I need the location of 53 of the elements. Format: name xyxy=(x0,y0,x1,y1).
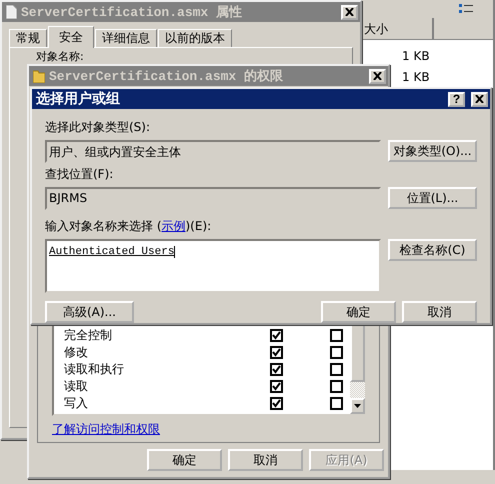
file-icon xyxy=(6,5,17,19)
allow-checkbox[interactable] xyxy=(270,329,283,342)
tab[interactable]: 安全 xyxy=(48,26,94,48)
deny-checkbox[interactable] xyxy=(330,329,343,342)
location-field: BJRMS xyxy=(45,187,381,210)
object-type-field: 用户、组或内置安全主体 xyxy=(45,140,381,163)
close-button[interactable] xyxy=(471,92,488,106)
close-icon xyxy=(373,72,382,80)
allow-checkbox[interactable] xyxy=(270,363,283,376)
tab[interactable]: 详细信息 xyxy=(95,29,157,47)
window-title: ServerCertification.asmx 的权限 xyxy=(49,68,284,85)
deny-checkbox[interactable] xyxy=(330,363,343,376)
dialog-button[interactable]: 确定 xyxy=(147,449,222,471)
deny-checkbox[interactable] xyxy=(330,346,343,359)
close-button[interactable] xyxy=(369,68,386,84)
advanced-button[interactable]: 高级(A)... xyxy=(45,301,134,323)
dialog-button[interactable]: 取消 xyxy=(402,301,477,323)
view-icon[interactable] xyxy=(459,4,473,14)
down-arrow-icon xyxy=(354,404,361,408)
check-names-button[interactable]: 检查名称(C) xyxy=(388,239,477,261)
permission-name: 修改 xyxy=(64,344,89,361)
field-label: 查找位置(F): xyxy=(45,166,114,183)
allow-checkbox[interactable] xyxy=(270,397,283,410)
window-title: ServerCertification.asmx 属性 xyxy=(21,4,244,21)
deny-checkbox[interactable] xyxy=(330,397,343,410)
permission-name: 读取 xyxy=(64,378,89,395)
permission-name: 读取和执行 xyxy=(64,361,125,378)
tab[interactable]: 以前的版本 xyxy=(158,29,232,47)
folder-icon xyxy=(33,69,45,83)
window-title: 选择用户或组 xyxy=(36,90,121,108)
object-name-label: 对象名称: xyxy=(36,50,84,63)
help-button[interactable]: ? xyxy=(448,92,465,106)
allow-checkbox[interactable] xyxy=(270,380,283,393)
close-icon xyxy=(345,8,354,16)
deny-checkbox[interactable] xyxy=(330,380,343,393)
close-button[interactable] xyxy=(341,4,358,20)
close-icon xyxy=(475,95,484,103)
field-label: 输入对象名称来选择 (示例)(E): xyxy=(45,218,212,235)
scrollbar[interactable] xyxy=(350,323,365,414)
object-types-button[interactable]: 对象类型(O)... xyxy=(388,140,477,162)
permission-name: 写入 xyxy=(64,395,89,412)
object-names-field[interactable]: Authenticated Users xyxy=(45,239,381,293)
dialog-button[interactable]: 确定 xyxy=(321,301,396,323)
file-size: 1 KB xyxy=(402,49,431,63)
file-size: 1 KB xyxy=(402,70,431,84)
permission-name: 完全控制 xyxy=(64,327,113,344)
examples-link[interactable]: 示例 xyxy=(162,219,186,233)
dialog-button[interactable]: 取消 xyxy=(228,449,303,471)
field-label: 选择此对象类型(S): xyxy=(45,119,152,136)
help-link[interactable]: 了解访问控制和权限 xyxy=(52,422,160,436)
allow-checkbox[interactable] xyxy=(270,346,283,359)
locations-button[interactable]: 位置(L)... xyxy=(388,187,477,209)
tab[interactable]: 常规 xyxy=(9,29,47,47)
